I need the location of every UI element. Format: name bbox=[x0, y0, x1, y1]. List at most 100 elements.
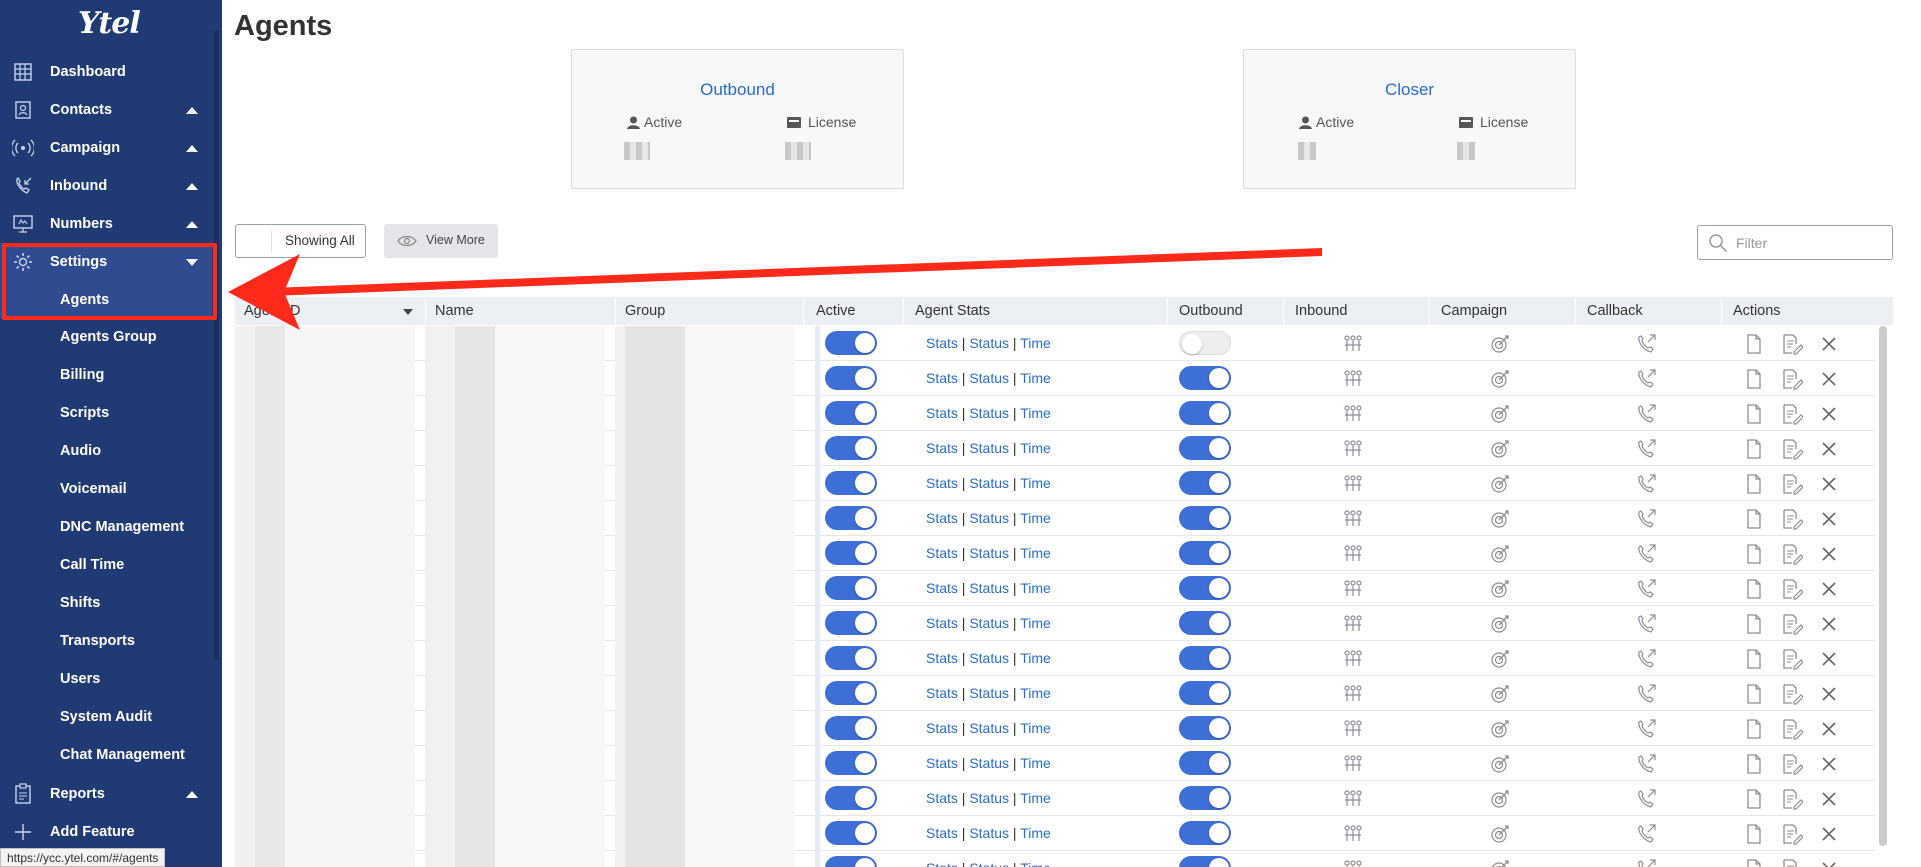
campaign-target-icon[interactable] bbox=[1489, 858, 1511, 867]
sidebar-subitem-voicemail[interactable]: Voicemail bbox=[0, 470, 212, 508]
close-icon[interactable] bbox=[1818, 613, 1840, 635]
campaign-target-icon[interactable] bbox=[1489, 333, 1511, 355]
sidebar-subitem-agents-group[interactable]: Agents Group bbox=[0, 318, 212, 356]
campaign-target-icon[interactable] bbox=[1489, 718, 1511, 740]
edit-icon[interactable] bbox=[1781, 368, 1804, 390]
status-link[interactable]: Status bbox=[969, 755, 1009, 771]
inbound-groups-icon[interactable] bbox=[1342, 683, 1364, 705]
document-icon[interactable] bbox=[1743, 788, 1765, 810]
document-icon[interactable] bbox=[1743, 473, 1765, 495]
time-link[interactable]: Time bbox=[1020, 860, 1051, 867]
active-toggle[interactable] bbox=[825, 716, 877, 740]
sidebar-subitem-audio[interactable]: Audio bbox=[0, 432, 212, 470]
time-link[interactable]: Time bbox=[1020, 475, 1051, 491]
inbound-groups-icon[interactable] bbox=[1342, 613, 1364, 635]
status-link[interactable]: Status bbox=[969, 405, 1009, 421]
outbound-toggle[interactable] bbox=[1179, 716, 1231, 740]
document-icon[interactable] bbox=[1743, 578, 1765, 600]
active-toggle[interactable] bbox=[825, 331, 877, 355]
inbound-groups-icon[interactable] bbox=[1342, 753, 1364, 775]
sidebar-subitem-shifts[interactable]: Shifts bbox=[0, 584, 212, 622]
campaign-target-icon[interactable] bbox=[1489, 788, 1511, 810]
outbound-toggle[interactable] bbox=[1179, 786, 1231, 810]
stats-link[interactable]: Stats bbox=[926, 615, 958, 631]
close-icon[interactable] bbox=[1818, 683, 1840, 705]
outbound-toggle[interactable] bbox=[1179, 506, 1231, 530]
campaign-target-icon[interactable] bbox=[1489, 648, 1511, 670]
status-link[interactable]: Status bbox=[969, 335, 1009, 351]
sidebar-item-add-feature[interactable]: Add Feature bbox=[0, 813, 212, 851]
active-toggle[interactable] bbox=[825, 786, 877, 810]
stats-link[interactable]: Stats bbox=[926, 545, 958, 561]
callback-phone-icon[interactable] bbox=[1635, 578, 1657, 600]
edit-icon[interactable] bbox=[1781, 473, 1804, 495]
inbound-groups-icon[interactable] bbox=[1342, 648, 1364, 670]
stats-link[interactable]: Stats bbox=[926, 650, 958, 666]
campaign-target-icon[interactable] bbox=[1489, 578, 1511, 600]
filter-input[interactable]: Filter bbox=[1697, 225, 1893, 260]
showing-all-dropdown[interactable]: Showing All bbox=[235, 224, 366, 258]
view-more-button[interactable]: View More bbox=[384, 224, 498, 258]
close-icon[interactable] bbox=[1818, 718, 1840, 740]
document-icon[interactable] bbox=[1743, 648, 1765, 670]
sidebar-subitem-chat-management[interactable]: Chat Management bbox=[0, 736, 212, 774]
inbound-groups-icon[interactable] bbox=[1342, 788, 1364, 810]
outbound-toggle[interactable] bbox=[1179, 611, 1231, 635]
stats-link[interactable]: Stats bbox=[926, 580, 958, 596]
outbound-toggle[interactable] bbox=[1179, 681, 1231, 705]
column-header-active[interactable]: Active bbox=[816, 303, 856, 319]
time-link[interactable]: Time bbox=[1020, 510, 1051, 526]
time-link[interactable]: Time bbox=[1020, 685, 1051, 701]
table-scrollbar[interactable] bbox=[1879, 326, 1887, 846]
edit-icon[interactable] bbox=[1781, 613, 1804, 635]
time-link[interactable]: Time bbox=[1020, 405, 1051, 421]
stats-link[interactable]: Stats bbox=[926, 825, 958, 841]
callback-phone-icon[interactable] bbox=[1635, 683, 1657, 705]
outbound-toggle[interactable] bbox=[1179, 436, 1231, 460]
edit-icon[interactable] bbox=[1781, 543, 1804, 565]
time-link[interactable]: Time bbox=[1020, 755, 1051, 771]
stats-link[interactable]: Stats bbox=[926, 755, 958, 771]
callback-phone-icon[interactable] bbox=[1635, 858, 1657, 867]
edit-icon[interactable] bbox=[1781, 858, 1803, 867]
callback-phone-icon[interactable] bbox=[1635, 333, 1657, 355]
column-header-callback[interactable]: Callback bbox=[1587, 303, 1643, 319]
callback-phone-icon[interactable] bbox=[1635, 648, 1657, 670]
sidebar-subitem-system-audit[interactable]: System Audit bbox=[0, 698, 212, 736]
sidebar-item-numbers[interactable]: Numbers bbox=[0, 205, 212, 243]
document-icon[interactable] bbox=[1743, 858, 1765, 867]
callback-phone-icon[interactable] bbox=[1635, 368, 1657, 390]
status-link[interactable]: Status bbox=[969, 685, 1009, 701]
document-icon[interactable] bbox=[1743, 718, 1765, 740]
sidebar-subitem-transports[interactable]: Transports bbox=[0, 622, 212, 660]
inbound-groups-icon[interactable] bbox=[1342, 543, 1364, 565]
time-link[interactable]: Time bbox=[1020, 825, 1051, 841]
active-toggle[interactable] bbox=[825, 856, 877, 867]
stats-link[interactable]: Stats bbox=[926, 510, 958, 526]
edit-icon[interactable] bbox=[1781, 753, 1804, 775]
sort-down-icon[interactable] bbox=[403, 309, 413, 315]
document-icon[interactable] bbox=[1743, 368, 1765, 390]
callback-phone-icon[interactable] bbox=[1635, 788, 1657, 810]
callback-phone-icon[interactable] bbox=[1635, 823, 1657, 845]
time-link[interactable]: Time bbox=[1020, 790, 1051, 806]
document-icon[interactable] bbox=[1743, 438, 1765, 460]
callback-phone-icon[interactable] bbox=[1635, 613, 1657, 635]
time-link[interactable]: Time bbox=[1020, 720, 1051, 736]
stats-link[interactable]: Stats bbox=[926, 370, 958, 386]
inbound-groups-icon[interactable] bbox=[1342, 858, 1364, 867]
status-link[interactable]: Status bbox=[969, 370, 1009, 386]
callback-phone-icon[interactable] bbox=[1635, 753, 1657, 775]
inbound-groups-icon[interactable] bbox=[1342, 403, 1364, 425]
time-link[interactable]: Time bbox=[1020, 335, 1051, 351]
sidebar-item-inbound[interactable]: Inbound bbox=[0, 167, 212, 205]
active-toggle[interactable] bbox=[825, 821, 877, 845]
campaign-target-icon[interactable] bbox=[1489, 403, 1511, 425]
time-link[interactable]: Time bbox=[1020, 615, 1051, 631]
stats-link[interactable]: Stats bbox=[926, 335, 958, 351]
stats-link[interactable]: Stats bbox=[926, 440, 958, 456]
campaign-target-icon[interactable] bbox=[1489, 823, 1511, 845]
inbound-groups-icon[interactable] bbox=[1342, 718, 1364, 740]
active-toggle[interactable] bbox=[825, 436, 877, 460]
close-icon[interactable] bbox=[1818, 788, 1840, 810]
